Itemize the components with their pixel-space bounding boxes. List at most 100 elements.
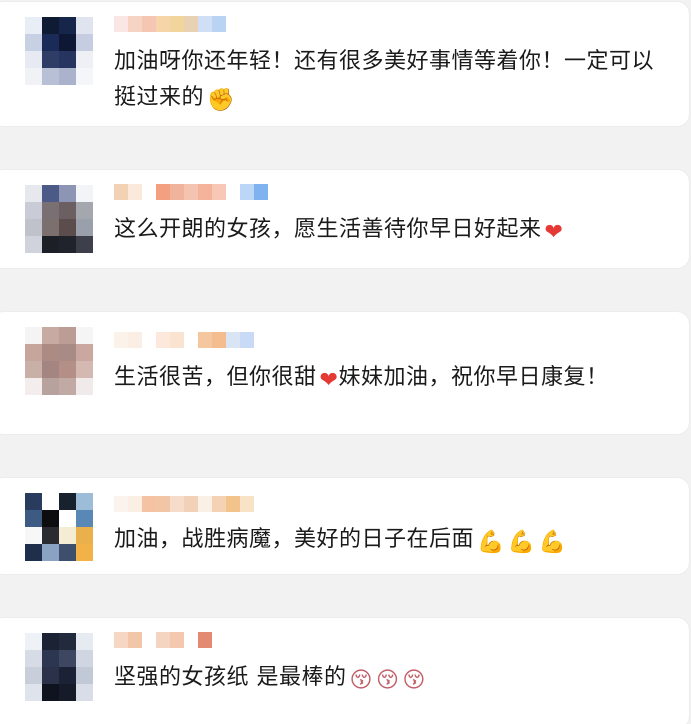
username-pixel bbox=[114, 16, 128, 32]
username-pixel bbox=[170, 496, 184, 512]
username-pixel bbox=[226, 496, 240, 512]
avatar-pixel bbox=[25, 378, 42, 395]
username-pixel bbox=[240, 332, 254, 348]
username-blurred[interactable] bbox=[114, 632, 212, 648]
avatar-pixel bbox=[76, 667, 93, 684]
comment-card: 这么开朗的女孩，愿生活善待你早日好起来 ❤ bbox=[0, 170, 689, 268]
avatar-pixel bbox=[76, 510, 93, 527]
username-pixel bbox=[156, 496, 170, 512]
avatar-pixel bbox=[59, 327, 76, 344]
comment-text: 生活很苦，但你很甜 ❤妹妹加油，祝你早日康复！ bbox=[114, 360, 674, 396]
username-pixel bbox=[240, 496, 254, 512]
avatar-pixel bbox=[25, 650, 42, 667]
avatar[interactable] bbox=[25, 633, 93, 701]
avatar-pixel bbox=[25, 236, 42, 253]
comment-feed: 加油呀你还年轻！还有很多美好事情等着你！一定可以挺过来的 ✊ 这么开朗的女孩，愿生… bbox=[0, 0, 691, 724]
username-pixel bbox=[254, 184, 268, 200]
avatar-pixel bbox=[76, 544, 93, 561]
avatar-pixel bbox=[42, 361, 59, 378]
avatar[interactable] bbox=[25, 17, 93, 85]
avatar-pixel bbox=[42, 17, 59, 34]
avatar-pixel bbox=[25, 493, 42, 510]
username-pixel bbox=[170, 332, 184, 348]
avatar-pixel bbox=[59, 650, 76, 667]
comment-card: 坚强的女孩纸 是最棒的 😚 😚 😚 bbox=[0, 618, 689, 724]
kissing-face-icon: 😚 bbox=[375, 668, 400, 693]
username-pixel bbox=[184, 496, 198, 512]
username-pixel bbox=[114, 332, 128, 348]
avatar-pixel bbox=[59, 202, 76, 219]
username-pixel bbox=[212, 496, 226, 512]
username-pixel bbox=[226, 332, 240, 348]
avatar[interactable] bbox=[25, 327, 93, 395]
comment-text-body: 坚强的女孩纸 是最棒的 bbox=[114, 665, 347, 690]
avatar-pixel bbox=[59, 361, 76, 378]
avatar-pixel bbox=[76, 527, 93, 544]
avatar-pixel bbox=[42, 684, 59, 701]
avatar-pixel bbox=[25, 510, 42, 527]
flexed-biceps-icon: 💪 bbox=[477, 530, 505, 555]
avatar-pixel bbox=[76, 493, 93, 510]
username-pixel bbox=[198, 632, 212, 648]
username-pixel bbox=[156, 632, 170, 648]
avatar-pixel bbox=[59, 633, 76, 650]
kissing-face-icon: 😚 bbox=[349, 668, 373, 693]
username-pixel bbox=[170, 16, 184, 32]
avatar-pixel bbox=[42, 68, 59, 85]
avatar-pixel bbox=[76, 17, 93, 34]
username-pixel bbox=[184, 184, 198, 200]
comment-text: 加油呀你还年轻！还有很多美好事情等着你！一定可以挺过来的 ✊ bbox=[114, 44, 674, 116]
username-pixel bbox=[184, 632, 198, 648]
username-pixel bbox=[128, 184, 142, 200]
avatar-pixel bbox=[25, 185, 42, 202]
avatar-pixel bbox=[42, 510, 59, 527]
comment-card: 加油，战胜病魔，美好的日子在后面 💪 💪 💪 bbox=[0, 478, 689, 574]
avatar-pixel bbox=[42, 667, 59, 684]
flexed-biceps-icon: 💪 bbox=[507, 530, 536, 555]
flexed-biceps-icon: 💪 bbox=[538, 530, 567, 555]
avatar-pixel bbox=[25, 51, 42, 68]
avatar-pixel bbox=[25, 34, 42, 51]
avatar-pixel bbox=[59, 185, 76, 202]
avatar-pixel bbox=[59, 17, 76, 34]
avatar-pixel bbox=[76, 650, 93, 667]
avatar-pixel bbox=[76, 68, 93, 85]
avatar-pixel bbox=[42, 51, 59, 68]
username-pixel bbox=[226, 184, 240, 200]
avatar-pixel bbox=[76, 202, 93, 219]
comment-text-continued: 妹妹加油，祝你早日康复！ bbox=[338, 365, 609, 390]
username-blurred[interactable] bbox=[114, 332, 254, 348]
kissing-face-icon: 😚 bbox=[402, 668, 426, 693]
avatar-pixel bbox=[25, 202, 42, 219]
avatar-pixel bbox=[42, 327, 59, 344]
username-pixel bbox=[212, 332, 226, 348]
avatar[interactable] bbox=[25, 185, 93, 253]
username-pixel bbox=[142, 16, 156, 32]
avatar-pixel bbox=[59, 344, 76, 361]
username-pixel bbox=[198, 332, 212, 348]
avatar-pixel bbox=[25, 361, 42, 378]
avatar-pixel bbox=[76, 684, 93, 701]
avatar-pixel bbox=[25, 219, 42, 236]
username-blurred[interactable] bbox=[114, 16, 226, 32]
comment-card: 生活很苦，但你很甜 ❤妹妹加油，祝你早日康复！ bbox=[0, 312, 689, 434]
avatar-pixel bbox=[59, 493, 76, 510]
comment-text-body: 加油，战胜病魔，美好的日子在后面 bbox=[114, 527, 475, 552]
username-pixel bbox=[142, 496, 156, 512]
username-blurred[interactable] bbox=[114, 496, 254, 512]
avatar[interactable] bbox=[25, 493, 93, 561]
red-heart-icon: ❤ bbox=[319, 368, 339, 393]
username-pixel bbox=[184, 332, 198, 348]
raised-fist-icon: ✊ bbox=[207, 88, 235, 113]
avatar-pixel bbox=[25, 17, 42, 34]
username-pixel bbox=[128, 332, 142, 348]
username-pixel bbox=[114, 632, 128, 648]
username-blurred[interactable] bbox=[114, 184, 268, 200]
username-pixel bbox=[128, 16, 142, 32]
comment-text: 加油，战胜病魔，美好的日子在后面 💪 💪 💪 bbox=[114, 522, 674, 558]
avatar-pixel bbox=[25, 633, 42, 650]
avatar-pixel bbox=[76, 34, 93, 51]
avatar-pixel bbox=[59, 68, 76, 85]
avatar-pixel bbox=[42, 34, 59, 51]
username-pixel bbox=[128, 496, 142, 512]
